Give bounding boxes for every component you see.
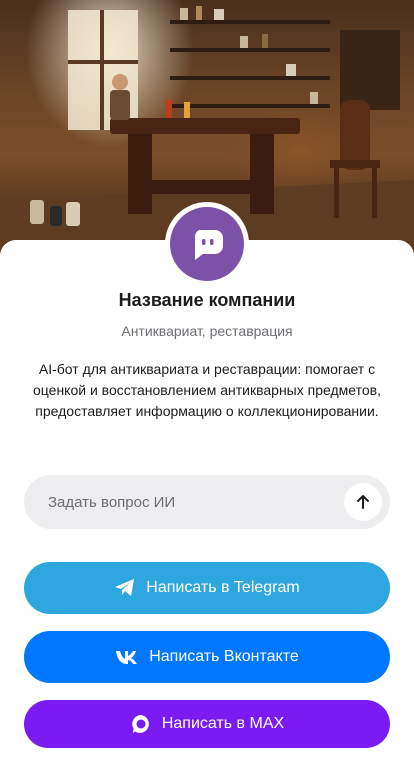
telegram-icon — [114, 578, 136, 598]
send-button[interactable] — [344, 483, 382, 521]
telegram-button-label: Написать в Telegram — [146, 579, 300, 596]
avatar — [165, 202, 249, 286]
vk-icon — [115, 649, 139, 665]
avatar-circle — [170, 207, 244, 281]
vk-button[interactable]: Написать Вконтакте — [24, 631, 390, 683]
company-category: Антиквариат, реставрация — [121, 323, 293, 339]
max-button-label: Написать в MAX — [161, 715, 285, 732]
vk-button-label: Написать Вконтакте — [149, 648, 299, 665]
max-button[interactable]: Написать в MAX — [24, 700, 390, 748]
ask-ai-field[interactable] — [24, 475, 390, 529]
telegram-button[interactable]: Написать в Telegram — [24, 562, 390, 614]
arrow-up-icon — [357, 495, 369, 509]
ask-ai-input[interactable] — [48, 475, 348, 529]
chat-bot-icon — [194, 230, 223, 260]
company-description: AI-бот для антиквариата и реставрации: п… — [33, 361, 381, 419]
max-icon — [130, 713, 152, 735]
company-name: Название компании — [118, 290, 296, 310]
